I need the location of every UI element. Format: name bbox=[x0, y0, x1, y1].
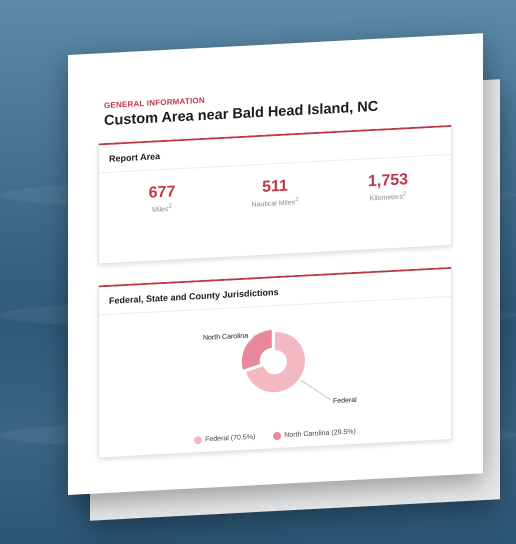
legend-swatch-north-carolina bbox=[273, 431, 282, 441]
stat-unit-label: Miles bbox=[152, 206, 169, 214]
report-area-stats: 677 Miles2 511 Nautical Miles2 1,753 Kil… bbox=[99, 169, 451, 247]
slice-label-north-carolina: North Carolina bbox=[203, 333, 248, 342]
donut-chart: North Carolina Federal bbox=[203, 329, 357, 405]
stat-unit-label: Kilometers bbox=[369, 193, 403, 203]
report-area-panel: Report Area 677 Miles2 511 Nautical Mile… bbox=[98, 124, 452, 265]
stat-unit-label: Nautical Miles bbox=[251, 199, 296, 209]
stat-unit-superscript: 2 bbox=[402, 191, 407, 198]
stat-unit-superscript: 2 bbox=[295, 196, 299, 204]
slice-label-federal: Federal bbox=[333, 397, 357, 405]
stat-miles: 677 Miles2 bbox=[107, 181, 217, 216]
leader-line-federal bbox=[300, 379, 332, 401]
jurisdictions-panel: Federal, State and County Jurisdictions … bbox=[98, 266, 452, 459]
legend-swatch-federal bbox=[194, 435, 203, 445]
report-card: GENERAL INFORMATION Custom Area near Bal… bbox=[68, 33, 483, 496]
stat-unit-superscript: 2 bbox=[168, 203, 172, 210]
report-area-heading: Report Area bbox=[99, 126, 451, 174]
stat-nautical-miles: 511 Nautical Miles2 bbox=[220, 175, 330, 210]
stat-kilometers: 1,753 Kilometers2 bbox=[333, 169, 443, 204]
